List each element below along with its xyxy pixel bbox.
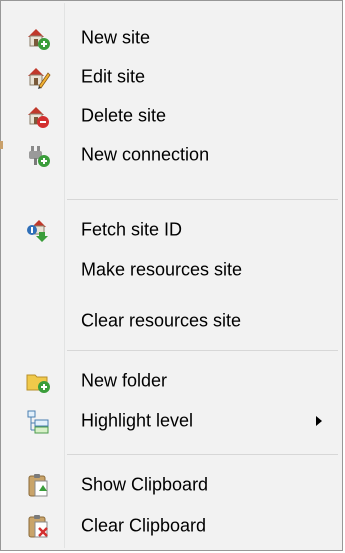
menu-item-make-resources-site[interactable]: Make resources site	[3, 247, 340, 293]
show-clipboard-icon	[25, 472, 51, 498]
edit-site-icon	[25, 64, 51, 90]
menu-item-label: Delete site	[81, 105, 167, 126]
new-connection-icon	[25, 142, 51, 168]
new-site-icon	[25, 25, 51, 51]
menu-item-label: Highlight level	[81, 410, 194, 431]
menu-item-label: Fetch site ID	[81, 219, 183, 240]
clear-clipboard-icon	[25, 513, 51, 539]
menu-item-label: New folder	[81, 370, 168, 391]
menu-item-clear-resources-site[interactable]: Clear resources site	[3, 298, 340, 344]
delete-site-icon	[25, 103, 51, 129]
new-folder-icon	[25, 368, 51, 394]
submenu-arrow-icon	[316, 416, 322, 426]
menu-item-label: Clear Clipboard	[81, 515, 207, 536]
menu-item-new-connection[interactable]: New connection	[3, 132, 340, 178]
highlight-level-icon	[25, 408, 51, 434]
fetch-site-id-icon	[25, 217, 51, 243]
separator	[67, 199, 338, 200]
menu-item-label: Show Clipboard	[81, 474, 209, 495]
menu-item-clear-clipboard[interactable]: Clear Clipboard	[3, 503, 340, 549]
menu-item-label: New connection	[81, 144, 210, 165]
menu-item-show-clipboard[interactable]: Show Clipboard	[3, 462, 340, 508]
menu-item-highlight-level[interactable]: Highlight level	[3, 398, 340, 444]
menu-item-label: New site	[81, 27, 151, 48]
menu-item-label: Make resources site	[81, 259, 243, 280]
menu-item-label: Edit site	[81, 66, 146, 87]
separator	[67, 454, 338, 455]
context-menu: New site Edit site Delete site New conne…	[0, 0, 343, 551]
separator	[67, 350, 338, 351]
menu-item-label: Clear resources site	[81, 310, 242, 331]
